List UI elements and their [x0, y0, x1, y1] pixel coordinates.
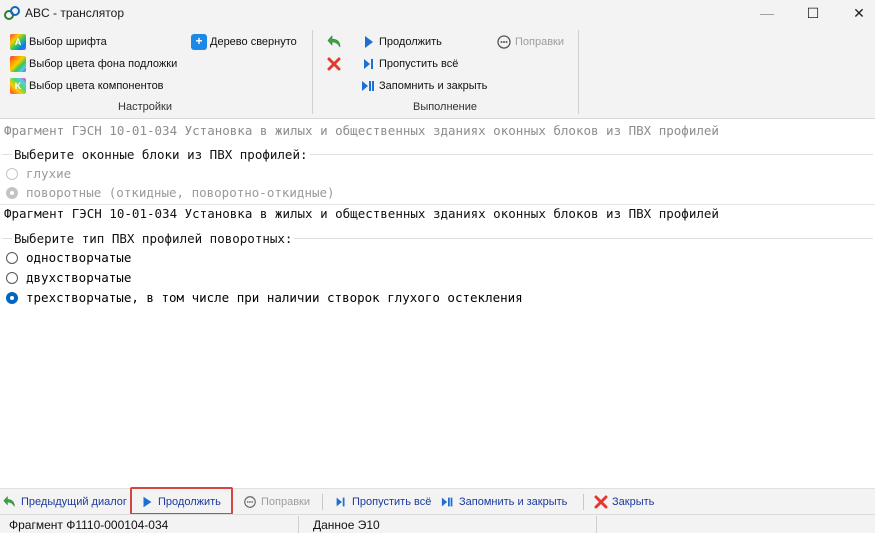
skip-all-button[interactable]: Пропустить всё [334, 491, 431, 513]
fragment-header: Фрагмент ГЭСН 10-01-034 Установка в жилы… [4, 123, 719, 138]
previous-dialog-label: Предыдущий диалог [21, 496, 127, 508]
question-label: Выберите оконные блоки из ПВХ профилей: [12, 147, 310, 162]
corrections-icon [244, 496, 256, 508]
maximize-button[interactable]: ☐ [790, 0, 836, 26]
app-logo-icon [4, 6, 20, 20]
radio-button-selected[interactable] [6, 186, 18, 199]
skip-icon [364, 59, 373, 69]
tree-collapse-label: Дерево свернуто [210, 36, 297, 48]
ribbon-continue-label: Продолжить [379, 36, 442, 48]
ribbon-corrections-button[interactable]: Поправки [496, 33, 564, 51]
ribbon-divider [578, 30, 579, 114]
corrections-button[interactable]: Поправки [243, 491, 310, 513]
radio-button-selected[interactable] [6, 291, 18, 304]
close-icon: ✕ [853, 4, 865, 21]
radio-option[interactable]: одностворчатые [6, 250, 131, 265]
close-label: Закрыть [612, 496, 655, 508]
radio-option[interactable]: трехстворчатые, в том числе при наличии … [6, 290, 523, 305]
continue-highlight-frame [130, 487, 233, 515]
minimize-icon: — [760, 5, 774, 21]
execution-group-label: Выполнение [412, 101, 478, 113]
ribbon: A Выбор шрифта Выбор цвета фона подложки… [0, 26, 875, 119]
settings-group-label: Настройки [118, 101, 172, 113]
toolbar-separator [322, 494, 323, 510]
radio-option-label: трехстворчатые, в том числе при наличии … [26, 290, 523, 305]
radio-button[interactable] [6, 251, 18, 264]
bg-color-label: Выбор цвета фона подложки [29, 58, 178, 70]
fragment-header: Фрагмент ГЭСН 10-01-034 Установка в жилы… [4, 206, 719, 221]
toolbar-separator [583, 494, 584, 510]
window-title: ABC - транслятор [25, 6, 125, 20]
close-x-icon [594, 495, 608, 509]
bg-color-button[interactable]: Выбор цвета фона подложки [10, 55, 177, 73]
minimize-button[interactable]: — [744, 0, 790, 26]
radio-option-label: глухие [26, 166, 72, 181]
font-select-button[interactable]: A Выбор шрифта [10, 33, 107, 51]
corrections-icon [497, 35, 511, 49]
radio-option[interactable]: поворотные (откидные, поворотно-откидные… [6, 185, 335, 200]
previous-dialog-button[interactable]: Предыдущий диалог [3, 491, 127, 513]
radio-option-label: поворотные (откидные, поворотно-откидные… [26, 185, 335, 200]
tree-collapse-icon: + [191, 34, 207, 50]
radio-button[interactable] [6, 167, 18, 180]
font-icon: A [10, 34, 26, 50]
cancel-icon[interactable] [327, 57, 341, 71]
status-separator [298, 516, 299, 533]
status-data: Данное Э10 [313, 518, 380, 532]
palette-icon [10, 56, 26, 72]
status-separator [596, 516, 597, 533]
radio-button[interactable] [6, 271, 18, 284]
font-select-label: Выбор шрифта [29, 36, 107, 48]
dialog-content: Фрагмент ГЭСН 10-01-034 Установка в жилы… [0, 120, 875, 488]
save-close-icon [362, 81, 374, 91]
ribbon-skip-all-button[interactable]: Пропустить всё [360, 55, 458, 73]
ribbon-save-close-label: Запомнить и закрыть [379, 80, 488, 92]
save-close-icon [441, 497, 453, 507]
ribbon-continue-button[interactable]: Продолжить [360, 33, 442, 51]
radio-option[interactable]: глухие [6, 166, 71, 181]
maximize-icon: ☐ [806, 4, 820, 21]
save-close-label: Запомнить и закрыть [459, 496, 568, 508]
save-close-button[interactable]: Запомнить и закрыть [441, 491, 567, 513]
ribbon-divider [312, 30, 313, 114]
ribbon-corrections-label: Поправки [515, 36, 565, 48]
status-bar: Фрагмент Ф1110-000104-034 Данное Э10 [0, 514, 875, 533]
skip-icon [336, 497, 345, 507]
skip-all-label: Пропустить всё [352, 496, 432, 508]
radio-option-label: одностворчатые [26, 250, 132, 265]
ribbon-skip-all-label: Пропустить всё [379, 58, 459, 70]
close-button[interactable]: Закрыть [594, 491, 654, 513]
component-color-label: Выбор цвета компонентов [29, 80, 164, 92]
section-divider [0, 204, 875, 205]
status-fragment: Фрагмент Ф1110-000104-034 [9, 518, 169, 532]
ribbon-save-close-button[interactable]: Запомнить и закрыть [360, 77, 487, 95]
undo-icon[interactable] [327, 34, 343, 50]
component-color-button[interactable]: K Выбор цвета компонентов [10, 77, 164, 95]
tree-collapse-button[interactable]: + Дерево свернуто [191, 33, 297, 51]
play-icon [365, 36, 373, 48]
radio-option-label: двухстворчатые [26, 270, 132, 285]
component-palette-icon: K [10, 78, 26, 94]
question-label: Выберите тип ПВХ профилей поворотных: [12, 231, 295, 246]
title-bar: ABC - транслятор — ☐ ✕ [0, 0, 875, 26]
close-window-button[interactable]: ✕ [836, 0, 875, 26]
corrections-label: Поправки [261, 496, 311, 508]
back-arrow-icon [3, 496, 15, 507]
radio-option[interactable]: двухстворчатые [6, 270, 131, 285]
